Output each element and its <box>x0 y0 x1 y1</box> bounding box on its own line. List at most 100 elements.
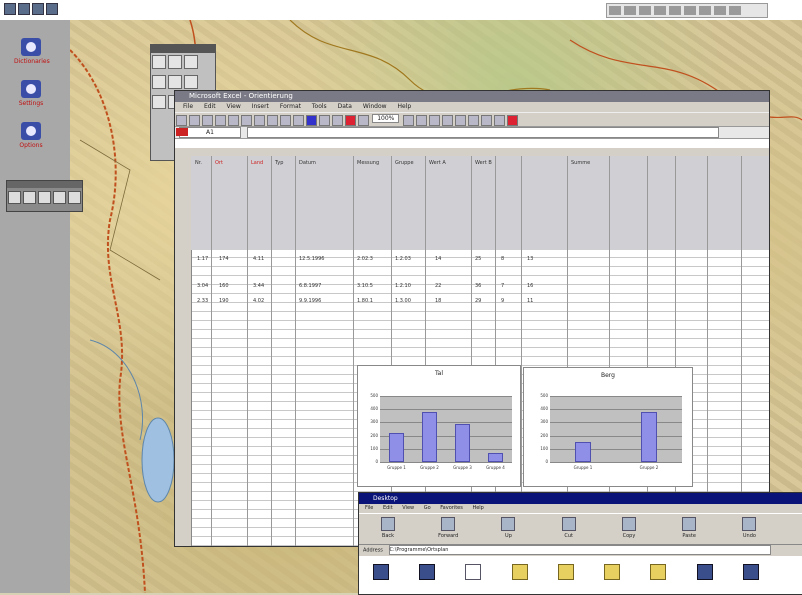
font-color-icon[interactable] <box>506 115 518 126</box>
chart-bar[interactable] <box>488 452 503 462</box>
menu-file[interactable]: File <box>183 103 193 110</box>
menu-view[interactable]: View <box>227 103 241 110</box>
selected-cell-marker[interactable] <box>176 128 188 136</box>
tool-icon[interactable] <box>53 191 66 204</box>
select-icon[interactable] <box>152 75 166 89</box>
undo-icon[interactable] <box>280 115 291 126</box>
sum-icon[interactable] <box>332 115 343 126</box>
arrow-icon[interactable] <box>184 55 198 69</box>
chart-bar[interactable] <box>422 411 437 462</box>
chart-wizard-icon[interactable] <box>306 115 317 126</box>
table-cell[interactable]: 22 <box>435 283 441 289</box>
menu-format[interactable]: Format <box>280 103 301 110</box>
file-item[interactable] <box>544 564 588 580</box>
menu-tools[interactable]: Tools <box>312 103 327 110</box>
table-cell[interactable]: 16 <box>527 283 533 289</box>
tray-icon[interactable] <box>669 6 681 15</box>
menu-window[interactable]: Window <box>363 103 387 110</box>
tool-icon[interactable] <box>8 191 21 204</box>
table-cell[interactable]: 9 <box>501 298 504 304</box>
file-item[interactable] <box>590 564 634 580</box>
table-cell[interactable]: 190 <box>219 298 229 304</box>
file-item[interactable] <box>498 564 542 580</box>
palette-caption[interactable] <box>151 45 215 53</box>
table-cell[interactable]: 14 <box>435 256 441 262</box>
file-item[interactable] <box>405 564 449 580</box>
currency-icon[interactable] <box>480 115 492 126</box>
tool-icon[interactable] <box>23 191 36 204</box>
forward-button[interactable]: Forward <box>419 517 477 539</box>
tray-icon[interactable] <box>639 6 651 15</box>
table-cell[interactable]: 3.10.5 <box>357 283 373 289</box>
table-cell[interactable]: 36 <box>475 283 481 289</box>
desktop-icon-options[interactable]: Options <box>14 122 48 149</box>
map-icon[interactable] <box>345 115 356 126</box>
drawing-icon[interactable] <box>358 115 369 126</box>
table-cell[interactable]: 1.2.10 <box>395 283 411 289</box>
name-box[interactable]: A1 <box>179 127 241 138</box>
paste-button[interactable]: Paste <box>660 517 718 539</box>
table-cell[interactable]: 7 <box>501 283 504 289</box>
table-cell[interactable]: 2.33 <box>197 298 208 304</box>
table-cell[interactable]: 3.04 <box>197 283 208 289</box>
help-icon[interactable] <box>402 115 414 126</box>
chart-bar[interactable] <box>389 432 404 462</box>
menu-edit[interactable]: Edit <box>204 103 216 110</box>
file-item[interactable] <box>636 564 680 580</box>
menu-favorites[interactable]: Favorites <box>440 505 463 511</box>
table-cell[interactable]: 4.02 <box>253 298 264 304</box>
line-icon[interactable] <box>168 55 182 69</box>
file-item[interactable] <box>729 564 773 580</box>
zoom-level[interactable]: 100% <box>372 114 400 123</box>
cut-button[interactable]: Cut <box>540 517 598 539</box>
chart-bar[interactable] <box>575 442 591 462</box>
menu-file[interactable]: File <box>365 505 373 511</box>
address-input[interactable]: C:\Programme\Ortsplan <box>388 545 771 555</box>
print-icon[interactable] <box>215 115 226 126</box>
table-cell[interactable]: 174 <box>219 256 229 262</box>
embedded-chart-2[interactable]: Berg 500 400 300 200 100 0 Gruppe 1 Gruppe 2 <box>523 367 693 487</box>
cut-icon[interactable] <box>241 115 252 126</box>
menu-edit[interactable]: Edit <box>383 505 393 511</box>
table-cell[interactable]: 12.5.1996 <box>299 256 324 262</box>
table-cell[interactable]: 1.3.00 <box>395 298 411 304</box>
percent-icon[interactable] <box>493 115 505 126</box>
table-cell[interactable]: 1.17 <box>197 256 208 262</box>
menu-view[interactable]: View <box>402 505 414 511</box>
tool-icon[interactable] <box>68 191 81 204</box>
table-cell[interactable]: 4.11 <box>253 256 264 262</box>
table-cell[interactable]: 9.9.1996 <box>299 298 321 304</box>
quicklaunch-icon[interactable] <box>32 3 44 15</box>
tray-icon[interactable] <box>684 6 696 15</box>
chart-bar[interactable] <box>641 411 657 462</box>
sort-icon[interactable] <box>319 115 330 126</box>
italic-icon[interactable] <box>428 115 440 126</box>
menu-help[interactable]: Help <box>472 505 483 511</box>
table-cell[interactable]: 1.80.1 <box>357 298 373 304</box>
tray-icon[interactable] <box>624 6 636 15</box>
align-icon[interactable] <box>454 115 466 126</box>
table-cell[interactable]: 11 <box>527 298 533 304</box>
tray-icon[interactable] <box>699 6 711 15</box>
merge-icon[interactable] <box>467 115 479 126</box>
tray-icon[interactable] <box>729 6 741 15</box>
bold-icon[interactable] <box>415 115 427 126</box>
window-title[interactable]: Desktop <box>359 493 802 504</box>
preview-icon[interactable] <box>228 115 239 126</box>
copy-icon[interactable] <box>254 115 265 126</box>
table-cell[interactable]: 1.2.03 <box>395 256 411 262</box>
redo-icon[interactable] <box>293 115 304 126</box>
zoom-icon[interactable] <box>168 75 182 89</box>
tray-icon[interactable] <box>654 6 666 15</box>
tool-icon[interactable] <box>38 191 51 204</box>
chart-bar[interactable] <box>455 423 470 462</box>
table-cell[interactable]: 2.02.3 <box>357 256 373 262</box>
table-cell[interactable]: 18 <box>435 298 441 304</box>
text-icon[interactable] <box>152 95 166 109</box>
back-button[interactable]: Back <box>359 517 417 539</box>
new-icon[interactable] <box>176 115 187 126</box>
file-item[interactable] <box>683 564 727 580</box>
paste-icon[interactable] <box>267 115 278 126</box>
desktop-icon-settings[interactable]: Settings <box>14 80 48 107</box>
file-item[interactable] <box>359 564 403 580</box>
